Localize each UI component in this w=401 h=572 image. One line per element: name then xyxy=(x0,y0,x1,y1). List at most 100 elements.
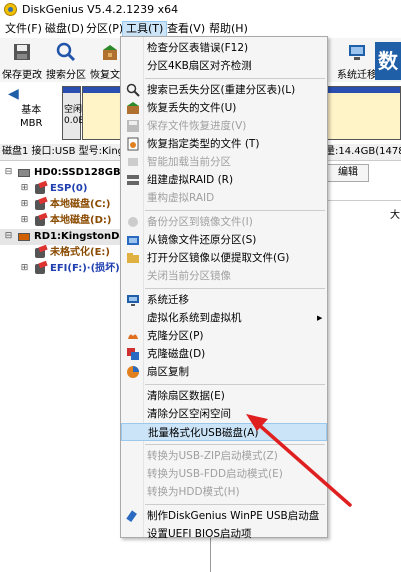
usb-disk-icon xyxy=(18,233,30,241)
search-partition-label: 搜索分区 xyxy=(46,70,86,81)
window-title: DiskGenius V5.4.2.1239 x64 xyxy=(22,3,179,16)
disk-tree: ⊟ HD0:SSD128GB(11 ⊞ ESP(0) ⊞ 本地磁盘(C:) ⊞ … xyxy=(0,161,139,572)
partition-icon xyxy=(35,248,45,258)
menu-separator xyxy=(145,210,325,211)
tab-edit[interactable]: 编辑 xyxy=(327,164,369,182)
menu-item-label: 检查分区表错误(F12) xyxy=(147,42,249,54)
expand-icon[interactable]: ⊞ xyxy=(20,200,29,209)
submenu-arrow-icon: ▶ xyxy=(317,314,323,322)
menu-item-label: 转换为USB-FDD启动模式(E) xyxy=(147,468,283,480)
title-bar: DiskGenius V5.4.2.1239 x64 xyxy=(0,0,401,20)
menu-item-4kb-align-check[interactable]: 分区4KB扇区对齐检测 xyxy=(121,57,327,75)
tree-item-f[interactable]: ⊞ EFI(F:)·(损坏) xyxy=(0,261,120,277)
system-migration-icon xyxy=(349,45,365,60)
menu-item-label: 清除分区空闲空间 xyxy=(147,408,231,420)
tree-item-label: 本地磁盘(C:) xyxy=(50,199,111,210)
menu-item-rebuild-virtual-raid[interactable]: 重构虚拟RAID xyxy=(121,189,327,207)
menu-item-system-migration[interactable]: 系统迁移 xyxy=(121,291,327,309)
menu-item-label: 克隆磁盘(D) xyxy=(147,348,206,360)
menu-item-recover-lost-files[interactable]: 恢复丢失的文件(U) xyxy=(121,99,327,117)
menu-item-smart-load-partition[interactable]: 智能加载当前分区 xyxy=(121,153,327,171)
partition-icon xyxy=(35,216,45,226)
partition-free-line2: 0.0E xyxy=(64,116,84,126)
menu-item-convert-usb-zip[interactable]: 转换为USB-ZIP启动模式(Z) xyxy=(121,447,327,465)
column-header-size: 大 xyxy=(390,210,400,221)
expand-icon[interactable]: ⊞ xyxy=(20,264,29,273)
menu-item-label: 转换为USB-ZIP启动模式(Z) xyxy=(147,450,278,462)
expand-icon[interactable]: ⊞ xyxy=(20,216,29,225)
tree-item-hd0[interactable]: ⊟ HD0:SSD128GB(11 xyxy=(0,165,139,181)
menu-disk[interactable]: 磁盘(D) xyxy=(42,22,87,36)
menu-item-label: 批量格式化USB磁盘(A) xyxy=(148,427,259,439)
menu-item-virtualize-system[interactable]: 虚拟化系统到虚拟机 ▶ xyxy=(121,309,327,327)
menu-item-label: 分区4KB扇区对齐检测 xyxy=(147,60,252,72)
menu-item-close-partition-image[interactable]: 关闭当前分区镜像 xyxy=(121,267,327,285)
tree-item-rd1[interactable]: ⊟ RD1:KingstonData xyxy=(0,229,138,245)
system-migration-button[interactable]: 系统迁移 xyxy=(335,40,379,81)
menu-separator xyxy=(145,444,325,445)
menu-item-label: 打开分区镜像以便提取文件(G) xyxy=(147,252,290,264)
menu-item-label: 恢复指定类型的文件 (T) xyxy=(147,138,260,150)
menu-view[interactable]: 查看(V) xyxy=(164,22,208,36)
menu-item-clone-partition[interactable]: 克隆分区(P) xyxy=(121,327,327,345)
partition-icon xyxy=(35,264,45,274)
collapse-icon[interactable]: ⊟ xyxy=(4,168,13,177)
menu-item-recover-by-type[interactable]: 恢复指定类型的文件 (T) xyxy=(121,135,327,153)
save-changes-button[interactable]: 保存更改 xyxy=(0,40,44,81)
disk-type-line2: MBR xyxy=(20,118,43,129)
menu-separator xyxy=(145,288,325,289)
menu-item-clone-disk[interactable]: 克隆磁盘(D) xyxy=(121,345,327,363)
nav-back-icon[interactable]: ◀ xyxy=(8,86,19,102)
brand-logo: 数 xyxy=(375,42,401,80)
menu-item-save-recovery-progress[interactable]: 保存文件恢复进度(V) xyxy=(121,117,327,135)
save-changes-label: 保存更改 xyxy=(2,70,42,81)
menu-item-label: 制作DiskGenius WinPE USB启动盘 xyxy=(147,510,320,522)
diskgenius-logo-icon xyxy=(4,3,17,16)
menu-item-label: 设置UEFI BIOS启动项 xyxy=(147,528,252,540)
menu-item-build-virtual-raid[interactable]: 组建虚拟RAID (R) xyxy=(121,171,327,189)
partition-icon xyxy=(35,200,45,210)
tree-item-label: EFI(F:)·(损坏) xyxy=(50,263,120,274)
menu-item-search-lost-partition[interactable]: 搜索已丢失分区(重建分区表)(L) xyxy=(121,81,327,99)
menu-item-label: 虚拟化系统到虚拟机 xyxy=(147,312,242,324)
menu-item-label: 搜索已丢失分区(重建分区表)(L) xyxy=(147,84,296,96)
tree-item-c[interactable]: ⊞ 本地磁盘(C:) xyxy=(0,197,120,213)
recover-icon xyxy=(127,102,139,114)
menu-item-set-uefi-boot[interactable]: 设置UEFI BIOS启动项 xyxy=(121,525,327,543)
menu-item-batch-format-usb[interactable]: 批量格式化USB磁盘(A) xyxy=(121,423,327,441)
menu-item-label: 智能加载当前分区 xyxy=(147,156,231,168)
menu-partition[interactable]: 分区(P) xyxy=(83,22,126,36)
tree-item-esp[interactable]: ⊞ ESP(0) xyxy=(0,181,120,197)
menu-item-convert-hdd[interactable]: 转换为HDD模式(H) xyxy=(121,483,327,501)
menu-item-clear-sector-data[interactable]: 清除扇区数据(E) xyxy=(121,387,327,405)
menu-item-clear-free-space[interactable]: 清除分区空闲空间 xyxy=(121,405,327,423)
menu-item-restore-from-image[interactable]: 从镜像文件还原分区(S) xyxy=(121,231,327,249)
collapse-icon[interactable]: ⊟ xyxy=(4,232,13,241)
tree-item-e[interactable]: 未格式化(E:) xyxy=(0,245,120,261)
expand-icon[interactable]: ⊞ xyxy=(20,184,29,193)
menu-item-open-partition-image[interactable]: 打开分区镜像以便提取文件(G) xyxy=(121,249,327,267)
search-partition-button[interactable]: 搜索分区 xyxy=(44,40,88,81)
menu-item-sector-copy[interactable]: 扇区复制 xyxy=(121,363,327,381)
tree-item-d[interactable]: ⊞ 本地磁盘(D:) xyxy=(0,213,120,229)
partition-free-line1: 空闲 xyxy=(64,105,83,115)
partition-block-free[interactable]: 空闲 0.0E xyxy=(62,86,84,140)
menu-help[interactable]: 帮助(H) xyxy=(206,22,251,36)
menu-file[interactable]: 文件(F) xyxy=(2,22,45,36)
menu-item-make-winpe-usb[interactable]: 制作DiskGenius WinPE USB启动盘 xyxy=(121,507,327,525)
menu-item-label: 保存文件恢复进度(V) xyxy=(147,120,247,132)
menu-item-label: 备份分区到镜像文件(I) xyxy=(147,216,253,228)
disk-info-left: 磁盘1 接口:USB 型号:Kings xyxy=(2,146,130,157)
menu-item-convert-usb-fdd[interactable]: 转换为USB-FDD启动模式(E) xyxy=(121,465,327,483)
search-icon xyxy=(126,83,140,97)
menu-item-label: 组建虚拟RAID (R) xyxy=(147,174,234,186)
tree-item-label: ESP(0) xyxy=(50,183,88,194)
menu-separator xyxy=(145,504,325,505)
menu-tools[interactable]: 工具(T) xyxy=(122,21,168,37)
menu-item-check-partition-table[interactable]: 检查分区表错误(F12) xyxy=(121,39,327,57)
menu-item-backup-partition-image[interactable]: 备份分区到镜像文件(I) xyxy=(121,213,327,231)
partition-icon xyxy=(35,184,45,194)
menu-item-label: 转换为HDD模式(H) xyxy=(147,486,240,498)
tree-item-label: 本地磁盘(D:) xyxy=(50,215,112,226)
disk-type-label: 基本 MBR xyxy=(20,104,42,130)
